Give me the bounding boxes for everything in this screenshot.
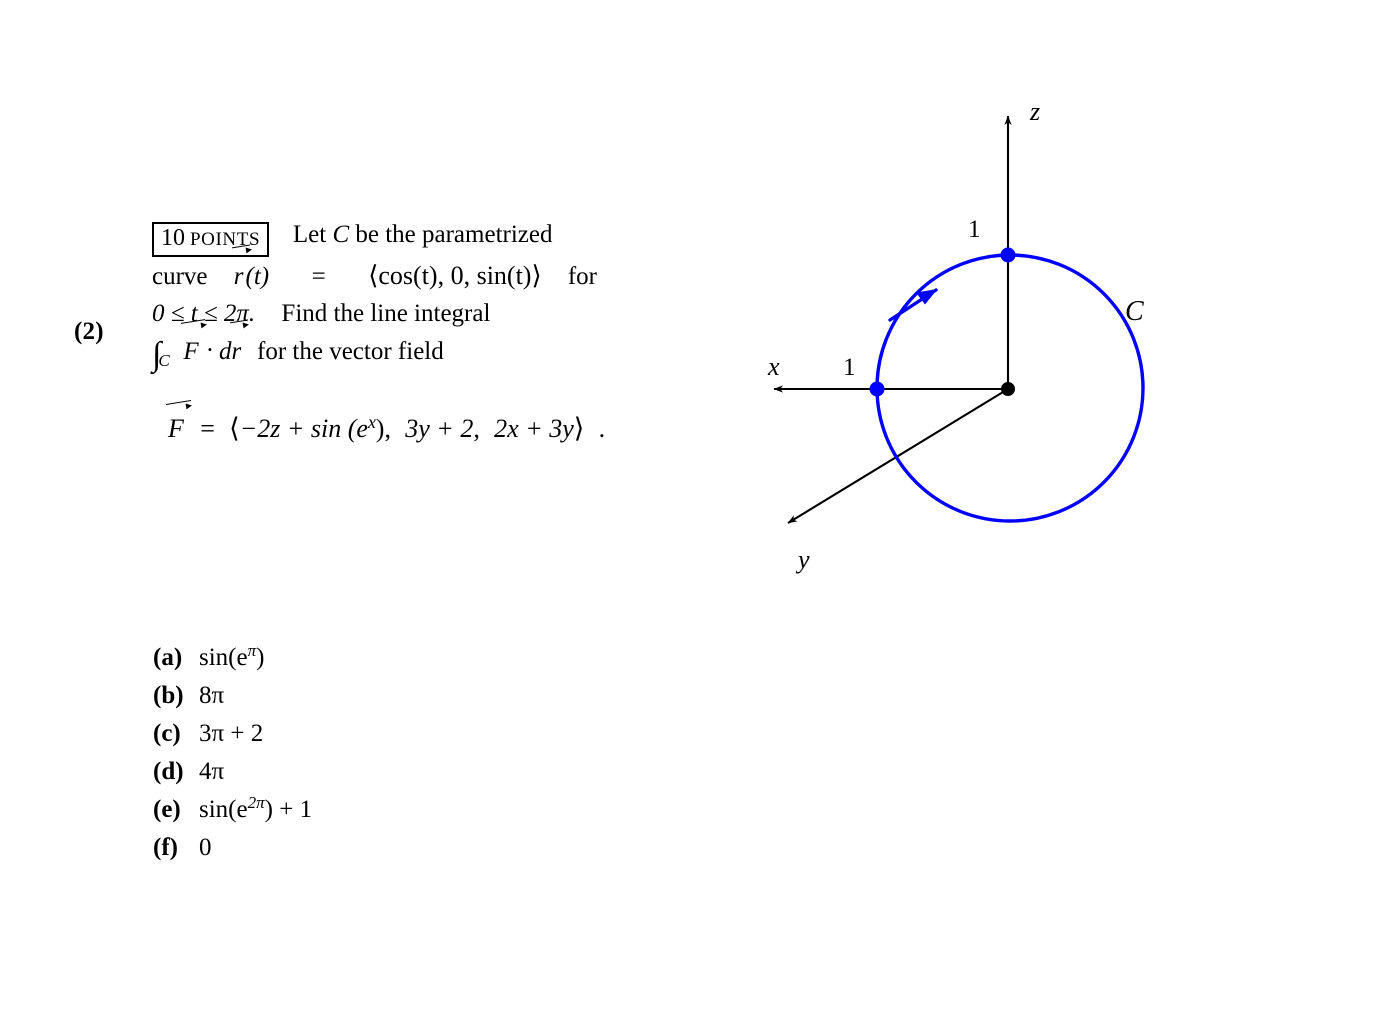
choice-value-d-base: 4π — [199, 757, 225, 785]
formula-component-1: −2z + sin (e — [239, 414, 368, 444]
formula-component-1-exponent: x — [367, 412, 376, 432]
answer-choices-list: (a) sin(eπ) (b) 8π (c) 3π + 2 (d) 4π (e) sin(… — [153, 632, 313, 861]
choice-value-e-exponent: 2π — [247, 793, 265, 812]
question-number: (2) — [74, 318, 104, 345]
vector-F-symbol: F — [183, 333, 200, 370]
marked-point-x-one — [869, 381, 885, 397]
choice-value-c: 3π + 2 — [199, 720, 263, 747]
y-axis-label: y — [795, 545, 810, 574]
answer-choice-e[interactable]: (e) sin(e2π) + 1 — [153, 784, 313, 823]
formula-vector-F: F — [168, 414, 184, 444]
marked-point-z-one — [1000, 247, 1016, 263]
statement-text-let: Let — [292, 221, 327, 248]
formula-component-2: 3y + 2 — [405, 414, 474, 444]
orientation-arrow-icon — [888, 288, 938, 322]
choice-value-b: 8π — [199, 682, 224, 709]
formula-open-angle: ⟨ — [229, 413, 240, 444]
formula-equals: = — [200, 414, 215, 444]
statement-line-2: curve r(t) = ⟨cos(t), 0, sin(t)⟩ for — [152, 257, 734, 295]
answer-choice-a[interactable]: (a) sin(eπ) — [153, 632, 312, 671]
formula-period: . — [598, 414, 606, 444]
statement-text-be-parametrized: be the parametrized — [355, 221, 553, 248]
differential-d: d — [219, 338, 232, 365]
problem-statement: 10 POINTS Let C be the parametrized curve r… — [152, 216, 734, 379]
formula-comma-2: , — [473, 414, 480, 444]
formula-component-3: 2x + 3y — [494, 414, 574, 444]
choice-value-b-base: 8π — [199, 681, 225, 709]
choice-value-a-base: sin(e — [199, 643, 248, 671]
equals-sign: = — [311, 263, 326, 290]
r-argument: (t) — [245, 263, 270, 290]
integral-subscript: C — [158, 351, 170, 370]
choice-label-f: (f) — [153, 833, 178, 861]
choice-value-a-exponent: π — [247, 641, 257, 660]
curve-symbol-C: C — [332, 221, 350, 248]
vector-r-symbol: r — [234, 258, 246, 295]
choice-value-f-base: 0 — [199, 833, 212, 861]
curve-label-C: C — [1125, 296, 1144, 327]
origin-point — [1001, 382, 1015, 396]
x-tick-label-one: 1 — [843, 354, 856, 381]
y-axis — [787, 388, 1009, 524]
coordinate-figure: z x y 1 1 C — [740, 80, 1200, 600]
answer-choice-d[interactable]: (d) 4π — [153, 746, 312, 785]
vector-field-formula: F = ⟨−2z + sin (ex), 3y + 2, 2x + 3y⟩. — [168, 412, 605, 444]
choice-value-d: 4π — [199, 758, 224, 785]
points-number: 10 — [161, 225, 185, 251]
exam-page: (2) 10 POINTS Let C be the parametrized cu… — [0, 0, 1386, 1010]
statement-text-for: for — [567, 263, 598, 290]
choice-value-e: sin(e2π) + 1 — [199, 793, 313, 823]
statement-text-find: Find the line integral — [281, 300, 491, 327]
z-tick-label-one: 1 — [968, 216, 981, 243]
statement-text-vector-field: for the vector field — [257, 338, 444, 365]
dot-product-symbol: · — [205, 337, 215, 364]
x-axis-label: x — [767, 352, 780, 381]
statement-line-4: ∫C F · dr for the vector field — [152, 332, 734, 379]
answer-choice-b[interactable]: (b) 8π — [153, 670, 312, 709]
answer-choice-f[interactable]: (f) 0 — [153, 822, 312, 861]
r-components: ⟨cos(t), 0, sin(t)⟩ — [368, 261, 542, 290]
statement-text-curve: curve — [152, 263, 208, 290]
choice-value-a-tail: ) — [256, 643, 265, 671]
formula-comma-1: , — [384, 414, 391, 444]
formula-close-angle: ⟩ — [573, 413, 585, 444]
answer-choice-c[interactable]: (c) 3π + 2 — [153, 708, 312, 747]
choice-value-f: 0 — [199, 834, 212, 861]
choice-value-e-tail: ) + 1 — [264, 795, 313, 823]
choice-value-a: sin(eπ) — [199, 641, 265, 671]
choice-value-c-base: 3π + 2 — [199, 719, 264, 747]
choice-value-e-base: sin(e — [199, 795, 248, 823]
z-axis-label: z — [1029, 97, 1040, 126]
vector-dr-symbol: r — [232, 333, 244, 370]
